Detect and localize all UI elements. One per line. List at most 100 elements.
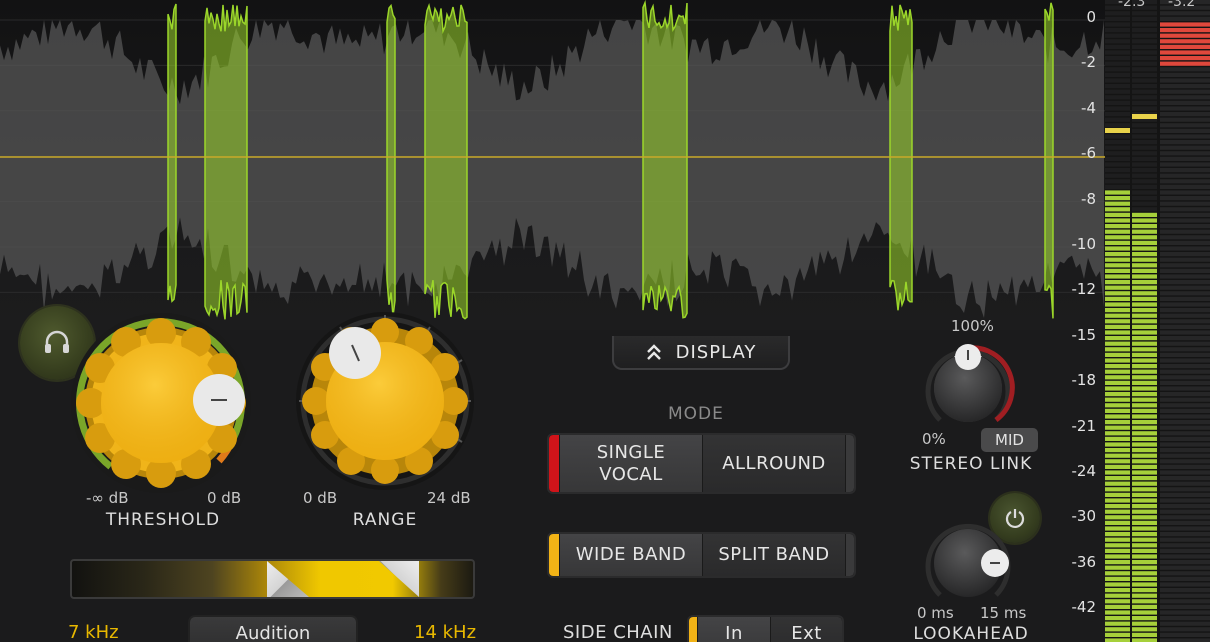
- gain-reduction-segment: [1160, 548, 1210, 553]
- scale-label: -12: [1071, 280, 1097, 299]
- meter-right-segment: [1132, 291, 1157, 296]
- wide-band-button[interactable]: WIDE BAND: [559, 534, 702, 576]
- audition-button[interactable]: Audition: [190, 617, 356, 642]
- gain-reduction-segment: [1160, 504, 1210, 509]
- meter-right-segment: [1132, 89, 1157, 94]
- meter-right-segment: [1132, 380, 1157, 385]
- meter-right-segment: [1132, 481, 1157, 486]
- range-label: RANGE: [352, 510, 418, 530]
- gain-reduction-segment: [1160, 145, 1210, 150]
- gain-reduction-segment: [1160, 263, 1210, 268]
- display-button-label: DISPLAY: [675, 341, 757, 363]
- range-min-label: 0 dB: [303, 489, 338, 507]
- gain-reduction-segment: [1160, 218, 1210, 223]
- meter-right-segment: [1132, 509, 1157, 514]
- meter-right-segment: [1132, 571, 1157, 576]
- meter-left-segment: [1105, 95, 1130, 100]
- gain-reduction-segment: [1160, 610, 1210, 615]
- meter-right-segment: [1132, 240, 1157, 245]
- side-chain-selector: In Ext: [689, 617, 842, 642]
- mode-allround-button[interactable]: ALLROUND: [702, 435, 845, 492]
- meter-left-segment: [1105, 554, 1130, 559]
- gain-reduction-segment: [1160, 207, 1210, 212]
- side-chain-in-label: In: [725, 623, 743, 642]
- gain-reduction-segment: [1160, 22, 1210, 27]
- meter-left-segment: [1105, 168, 1130, 173]
- gain-reduction-segment: [1160, 324, 1210, 329]
- gain-reduction-segment: [1160, 291, 1210, 296]
- scale-label: -36: [1071, 552, 1097, 571]
- meter-right-segment: [1132, 532, 1157, 537]
- peak-hold: [1132, 114, 1157, 119]
- meter-left-segment: [1105, 44, 1130, 49]
- freq-high-handle[interactable]: [379, 561, 419, 597]
- meter-left-segment: [1105, 280, 1130, 285]
- gain-reduction-segment: [1160, 268, 1210, 273]
- meter-left-segment: [1105, 498, 1130, 503]
- stereo-link-mid-button[interactable]: MID: [981, 428, 1038, 452]
- gain-reduction-segment: [1160, 627, 1210, 632]
- meter-left-segment: [1105, 11, 1130, 16]
- side-chain-ext-button[interactable]: Ext: [770, 617, 842, 642]
- meter-right-segment: [1132, 168, 1157, 173]
- meter-right-segment: [1132, 487, 1157, 492]
- gain-reduction-segment: [1160, 520, 1210, 525]
- left-peak-readout: -2.3: [1118, 0, 1146, 10]
- gain-reduction-segment: [1160, 442, 1210, 447]
- meter-left-segment: [1105, 386, 1130, 391]
- meter-right-segment: [1132, 302, 1157, 307]
- gain-reduction-segment: [1160, 84, 1210, 89]
- meter-left-segment: [1105, 532, 1130, 537]
- meter-left-segment: [1105, 72, 1130, 77]
- meter-left-segment: [1105, 403, 1130, 408]
- meter-right-segment: [1132, 425, 1157, 430]
- meter-left-segment: [1105, 470, 1130, 475]
- gain-reduction-segment: [1160, 352, 1210, 357]
- meter-right-segment: [1132, 341, 1157, 346]
- gain-reduction-segment: [1160, 190, 1210, 195]
- gain-reduction-segment: [1160, 179, 1210, 184]
- peak-hold: [1105, 128, 1130, 133]
- meter-right-segment: [1132, 459, 1157, 464]
- meter-right-segment: [1132, 235, 1157, 240]
- gain-reduction-segment: [1160, 621, 1210, 626]
- gain-reduction-segment: [1160, 341, 1210, 346]
- gain-reduction-segment: [1160, 588, 1210, 593]
- meter-left-segment: [1105, 504, 1130, 509]
- meter-left-segment: [1105, 179, 1130, 184]
- mode-single-vocal-button[interactable]: SINGLE VOCAL: [559, 435, 702, 492]
- double-chevron-up-icon: [646, 344, 661, 360]
- meter-left-segment: [1105, 16, 1130, 21]
- gain-reduction-segment: [1160, 39, 1210, 44]
- side-chain-in-button[interactable]: In: [697, 617, 770, 642]
- frequency-range-slider[interactable]: [70, 559, 475, 599]
- meter-left-segment: [1105, 604, 1130, 609]
- gain-reduction-segment: [1160, 240, 1210, 245]
- allround-label: ALLROUND: [722, 452, 826, 474]
- wide-band-indicator: [549, 534, 559, 576]
- meter-right-segment: [1132, 28, 1157, 33]
- gain-reduction-segment: [1160, 593, 1210, 598]
- lookahead-knob[interactable]: [920, 515, 1016, 611]
- freq-low-handle[interactable]: [267, 561, 309, 597]
- gain-reduction-segment: [1160, 526, 1210, 531]
- range-knob[interactable]: [294, 310, 476, 492]
- meter-right-segment: [1132, 156, 1157, 161]
- meter-left-segment: [1105, 336, 1130, 341]
- stereo-link-knob[interactable]: [920, 340, 1016, 436]
- meter-right-segment: [1132, 16, 1157, 21]
- meter-left-segment: [1105, 588, 1130, 593]
- split-band-button[interactable]: SPLIT BAND: [702, 534, 845, 576]
- gain-reduction-segment: [1160, 28, 1210, 33]
- meter-right-segment: [1132, 190, 1157, 195]
- gain-reduction-segment: [1160, 72, 1210, 77]
- meter-left-segment: [1105, 156, 1130, 161]
- meter-left-segment: [1105, 464, 1130, 469]
- meter-left-segment: [1105, 537, 1130, 542]
- gain-reduction-segment: [1160, 285, 1210, 290]
- meter-right-segment: [1132, 352, 1157, 357]
- stereo-link-max-label: 100%: [951, 317, 994, 335]
- audition-label: Audition: [235, 623, 311, 642]
- threshold-knob[interactable]: [68, 310, 254, 496]
- display-toggle-button[interactable]: DISPLAY: [612, 336, 790, 370]
